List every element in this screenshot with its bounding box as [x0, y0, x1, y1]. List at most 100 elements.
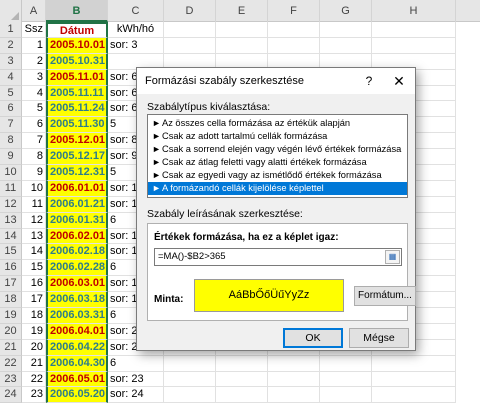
cell-date[interactable]: 2005.11.24	[46, 101, 108, 118]
formula-input[interactable]: =MA()-$B2>365 ▦	[154, 248, 402, 266]
cell-ssz[interactable]: 17	[22, 292, 46, 309]
cell-ssz[interactable]: 18	[22, 308, 46, 324]
cell-ssz[interactable]: 1	[22, 37, 46, 54]
cell-date[interactable]: 2006.01.21	[46, 196, 108, 213]
column-header-a[interactable]: A	[22, 0, 46, 22]
cell-ssz[interactable]: 4	[22, 85, 46, 102]
column-header-b[interactable]: B	[46, 0, 108, 22]
cell-empty[interactable]	[320, 355, 372, 372]
row-header[interactable]: 3	[0, 53, 22, 70]
cell-ssz[interactable]: 9	[22, 165, 46, 181]
cell-ssz[interactable]: 22	[22, 371, 46, 388]
cell-empty[interactable]	[268, 22, 320, 38]
row-header[interactable]: 21	[0, 339, 22, 356]
close-button[interactable]: ✕	[383, 73, 415, 90]
cell-ssz[interactable]: 10	[22, 180, 46, 197]
cell-empty[interactable]	[372, 355, 456, 372]
row-header[interactable]: 11	[0, 180, 22, 197]
cell-date[interactable]: 2006.02.28	[46, 260, 108, 277]
column-header-d[interactable]: D	[164, 0, 216, 22]
row-header[interactable]: 20	[0, 323, 22, 340]
cell-date[interactable]: 2006.04.22	[46, 339, 108, 356]
rule-type-item[interactable]: ► Csak az adott tartalmú cellák formázása	[148, 130, 407, 143]
cell-empty[interactable]	[268, 387, 320, 403]
cell-empty[interactable]	[216, 22, 268, 38]
cell-ssz[interactable]: 20	[22, 339, 46, 356]
cell-date[interactable]: 2005.11.11	[46, 85, 108, 102]
cell-date[interactable]: 2006.01.01	[46, 180, 108, 197]
row-header[interactable]: 18	[0, 292, 22, 309]
cell-ssz[interactable]: 13	[22, 228, 46, 245]
cell-empty[interactable]	[372, 37, 456, 54]
cell-empty[interactable]	[164, 37, 216, 54]
row-header[interactable]: 8	[0, 133, 22, 150]
cell-empty[interactable]	[216, 37, 268, 54]
cell-ssz[interactable]: 15	[22, 260, 46, 277]
help-button[interactable]: ?	[355, 74, 383, 88]
cell-empty[interactable]	[216, 371, 268, 388]
cell-header-kwh[interactable]: kWh/hó	[108, 22, 164, 38]
row-header[interactable]: 5	[0, 85, 22, 102]
cell-empty[interactable]	[164, 22, 216, 38]
cancel-button[interactable]: Mégse	[349, 328, 409, 348]
cell-date[interactable]: 2006.03.31	[46, 308, 108, 324]
cell-empty[interactable]	[216, 387, 268, 403]
dialog-title-bar[interactable]: Formázási szabály szerkesztése ? ✕	[137, 68, 415, 94]
cell-date[interactable]: 2005.11.30	[46, 117, 108, 134]
rule-type-item[interactable]: ► Csak az egyedi vagy az ismétlődő értéke…	[148, 169, 407, 182]
cell-ssz[interactable]: 19	[22, 323, 46, 340]
column-header-c[interactable]: C	[108, 0, 164, 22]
cell-empty[interactable]	[320, 37, 372, 54]
cell-ssz[interactable]: 12	[22, 212, 46, 229]
cell-ssz[interactable]: 8	[22, 149, 46, 166]
cell-ssz[interactable]: 16	[22, 276, 46, 293]
rule-type-list[interactable]: ► Az összes cella formázása az értékük al…	[147, 114, 408, 198]
cell-empty[interactable]	[164, 355, 216, 372]
row-header[interactable]: 24	[0, 387, 22, 403]
row-header[interactable]: 17	[0, 276, 22, 293]
row-header[interactable]: 16	[0, 260, 22, 277]
cell-date[interactable]: 2005.10.31	[46, 53, 108, 70]
row-header[interactable]: 2	[0, 37, 22, 54]
cell-ssz[interactable]: 21	[22, 355, 46, 372]
cell-date[interactable]: 2006.02.18	[46, 244, 108, 261]
rule-type-item[interactable]: ► Csak az átlag feletti vagy alatti érték…	[148, 156, 407, 169]
cell-date[interactable]: 2006.03.01	[46, 276, 108, 293]
cell-empty[interactable]	[164, 371, 216, 388]
cell-kwh[interactable]: sor: 3	[108, 37, 164, 54]
cell-empty[interactable]	[320, 371, 372, 388]
cell-date[interactable]: 2005.11.01	[46, 69, 108, 86]
cell-ssz[interactable]: 6	[22, 117, 46, 134]
row-header[interactable]: 12	[0, 196, 22, 213]
cell-ssz[interactable]: 2	[22, 53, 46, 70]
column-header-g[interactable]: G	[320, 0, 372, 22]
row-header[interactable]: 13	[0, 212, 22, 229]
cell-empty[interactable]	[320, 387, 372, 403]
row-header[interactable]: 23	[0, 371, 22, 388]
rule-type-item[interactable]: ► Az összes cella formázása az értékük al…	[148, 117, 407, 130]
range-select-icon[interactable]: ▦	[385, 250, 400, 264]
cell-date[interactable]: 2005.12.01	[46, 133, 108, 150]
row-header[interactable]: 7	[0, 117, 22, 134]
cell-date[interactable]: 2005.10.01	[46, 37, 108, 54]
cell-date[interactable]: 2006.04.01	[46, 323, 108, 340]
cell-empty[interactable]	[372, 371, 456, 388]
cell-header-ssz[interactable]: Ssz	[22, 22, 46, 38]
rule-type-item[interactable]: ► Csak a sorrend elején vagy végén lévő é…	[148, 143, 407, 156]
row-header[interactable]: 15	[0, 244, 22, 261]
cell-date[interactable]: 2006.03.18	[46, 292, 108, 309]
cell-empty[interactable]	[268, 371, 320, 388]
cell-empty[interactable]	[372, 387, 456, 403]
cell-date[interactable]: 2005.12.17	[46, 149, 108, 166]
row-header[interactable]: 19	[0, 308, 22, 324]
cell-date[interactable]: 2006.05.20	[46, 387, 108, 403]
ok-button[interactable]: OK	[283, 328, 343, 348]
cell-ssz[interactable]: 5	[22, 101, 46, 118]
cell-ssz[interactable]: 14	[22, 244, 46, 261]
row-header[interactable]: 1	[0, 22, 22, 38]
cell-date[interactable]: 2006.05.01	[46, 371, 108, 388]
cell-date[interactable]: 2005.12.31	[46, 165, 108, 181]
row-header[interactable]: 4	[0, 69, 22, 86]
row-header[interactable]: 22	[0, 355, 22, 372]
cell-kwh[interactable]: 6	[108, 355, 164, 372]
